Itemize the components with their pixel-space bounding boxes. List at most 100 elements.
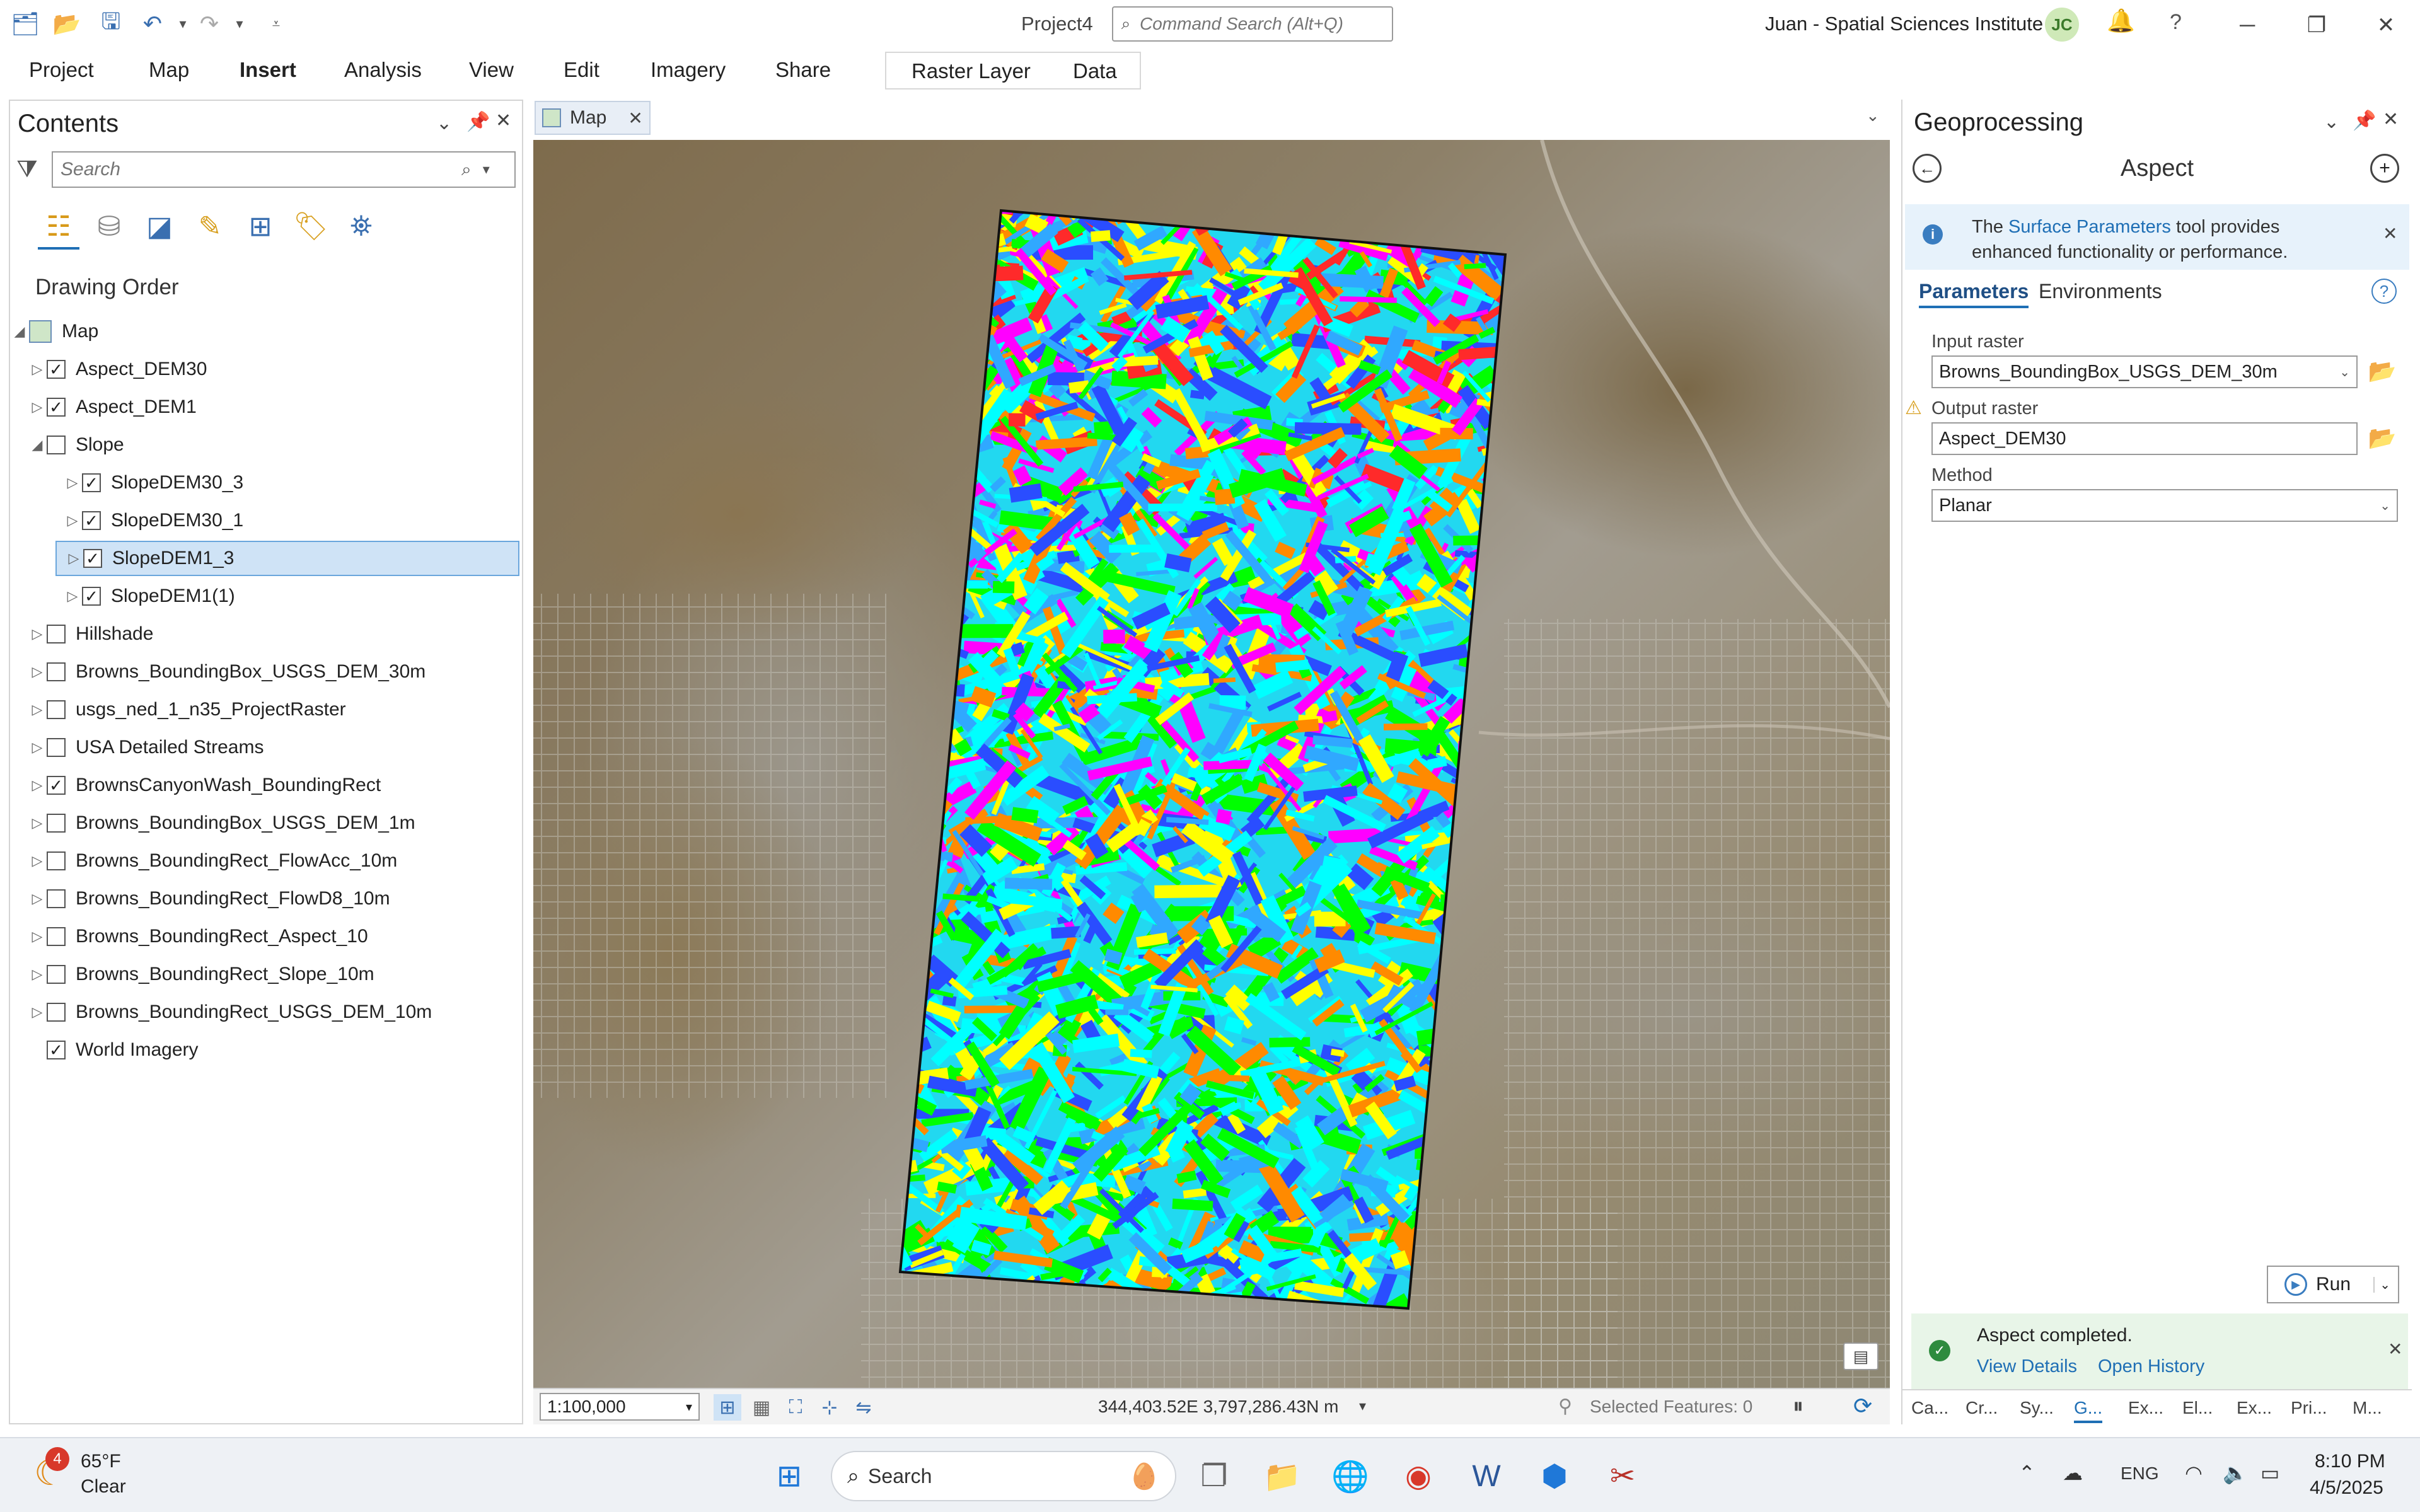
pane-options-icon[interactable]: ⌄: [2324, 111, 2339, 133]
list-by-snapping-icon[interactable]: ⊞: [240, 205, 281, 247]
minimize-icon[interactable]: ─: [2225, 5, 2269, 45]
list-by-selection-icon[interactable]: ◪: [139, 205, 180, 247]
rotation-icon[interactable]: ⇋: [850, 1394, 877, 1421]
save-project-icon[interactable]: 🖫: [96, 8, 126, 39]
tab-elevation[interactable]: El...: [2182, 1398, 2213, 1418]
tab-geoprocessing[interactable]: G...: [2074, 1398, 2103, 1423]
tab-edit[interactable]: Edit: [564, 58, 599, 82]
view-details-link[interactable]: View Details: [1977, 1356, 2077, 1377]
close-window-icon[interactable]: ✕: [2364, 5, 2408, 45]
list-by-drawing-order-icon[interactable]: ☷: [38, 205, 79, 250]
layer-visibility-checkbox[interactable]: [47, 700, 66, 719]
search-icon[interactable]: ⌕: [461, 159, 472, 180]
tab-imagery[interactable]: Imagery: [651, 58, 726, 82]
redo-dropdown-icon[interactable]: ▾: [224, 9, 255, 39]
expand-icon[interactable]: ▷: [63, 475, 82, 491]
navigator-icon[interactable]: ⛶: [782, 1394, 809, 1421]
expand-icon[interactable]: ▷: [28, 626, 47, 642]
language-indicator[interactable]: ENG: [2121, 1463, 2159, 1484]
map-canvas[interactable]: ▤: [533, 140, 1890, 1388]
tab-parameters[interactable]: Parameters: [1919, 280, 2029, 308]
pin-icon[interactable]: 📌: [2353, 110, 2376, 132]
collapse-icon[interactable]: ◢: [10, 323, 29, 340]
close-pane-icon[interactable]: ✕: [495, 110, 511, 132]
layer-row[interactable]: ▷ ✓ BrownsCanyonWash_BoundingRect: [10, 768, 381, 803]
expand-icon[interactable]: ▷: [28, 399, 47, 415]
command-search-input[interactable]: [1138, 13, 1387, 35]
list-by-labeling-icon[interactable]: 🏷: [290, 205, 332, 247]
layer-visibility-checkbox[interactable]: [47, 662, 66, 681]
arcgis-pro-icon[interactable]: ⬢: [1532, 1453, 1577, 1499]
clock-date[interactable]: 4/5/2025: [2310, 1477, 2383, 1499]
expand-icon[interactable]: ▷: [28, 891, 47, 907]
close-tab-icon[interactable]: ✕: [628, 108, 642, 129]
battery-icon[interactable]: ▭: [2261, 1461, 2279, 1485]
word-icon[interactable]: W: [1464, 1453, 1509, 1499]
expand-icon[interactable]: ▷: [28, 739, 47, 756]
tab-analysis[interactable]: Analysis: [344, 58, 422, 82]
expand-icon[interactable]: ▷: [28, 664, 47, 680]
layer-visibility-checkbox[interactable]: [47, 1003, 66, 1022]
layer-visibility-checkbox[interactable]: ✓: [82, 473, 101, 492]
map-tab[interactable]: Map ✕: [535, 101, 651, 135]
layer-row[interactable]: ▷ ✓ Aspect_DEM1: [10, 390, 197, 425]
open-history-link[interactable]: Open History: [2098, 1356, 2204, 1377]
customize-toolbar-icon[interactable]: ⩡: [261, 9, 291, 39]
browse-folder-icon[interactable]: 📂: [2366, 357, 2398, 386]
layer-row[interactable]: ▷ usgs_ned_1_n35_ProjectRaster: [10, 692, 346, 727]
help-icon[interactable]: ?: [2371, 279, 2397, 304]
expand-icon[interactable]: ▷: [64, 550, 83, 567]
expand-icon[interactable]: ▷: [28, 928, 47, 945]
tab-environments[interactable]: Environments: [2039, 280, 2162, 303]
tab-more[interactable]: M...: [2353, 1398, 2382, 1418]
onedrive-icon[interactable]: ☁: [2063, 1461, 2083, 1485]
browse-folder-icon[interactable]: 📂: [2366, 424, 2398, 453]
layer-visibility-checkbox[interactable]: [47, 625, 66, 643]
grid-toggle-icon[interactable]: ⊞: [714, 1394, 741, 1421]
layer-visibility-checkbox[interactable]: [47, 965, 66, 984]
layer-row[interactable]: ▷ Browns_BoundingRect_USGS_DEM_10m: [10, 995, 432, 1030]
list-by-editing-icon[interactable]: ✎: [189, 205, 231, 247]
table-icon[interactable]: ▦: [748, 1394, 775, 1421]
close-message-icon[interactable]: ✕: [2388, 1339, 2402, 1359]
layer-row[interactable]: ▷ Browns_BoundingBox_USGS_DEM_1m: [10, 805, 415, 841]
tab-list-icon[interactable]: ⌄: [1866, 106, 1880, 125]
tab-explore[interactable]: Ex...: [2237, 1398, 2272, 1418]
chevron-down-icon[interactable]: ⌄: [2373, 1276, 2390, 1293]
user-name[interactable]: Juan - Spatial Sciences Institute: [1765, 13, 2043, 35]
tab-data[interactable]: Data: [1073, 59, 1117, 83]
output-raster-field[interactable]: Aspect_DEM30: [1931, 422, 2358, 455]
notification-bell-icon[interactable]: 🔔: [2107, 8, 2135, 34]
pause-icon[interactable]: ⏸: [1793, 1394, 1803, 1419]
expand-icon[interactable]: ▷: [28, 361, 47, 378]
layer-visibility-checkbox[interactable]: [47, 889, 66, 908]
expand-icon[interactable]: ▷: [28, 701, 47, 718]
list-by-perspective-icon[interactable]: ⛯: [340, 205, 382, 247]
layer-row[interactable]: ▷ Browns_BoundingRect_Aspect_10: [10, 919, 368, 954]
undo-icon[interactable]: ↶: [137, 9, 168, 39]
tab-share[interactable]: Share: [775, 58, 831, 82]
start-icon[interactable]: ⊞: [767, 1453, 812, 1499]
tab-catalog[interactable]: Ca...: [1911, 1398, 1948, 1418]
file-explorer-icon[interactable]: 📁: [1259, 1453, 1305, 1499]
close-banner-icon[interactable]: ✕: [2383, 223, 2397, 244]
surface-parameters-link[interactable]: Surface Parameters: [2008, 217, 2171, 237]
pin-icon[interactable]: 📌: [466, 111, 490, 133]
expand-icon[interactable]: ◢: [28, 437, 47, 453]
expand-icon[interactable]: ▷: [28, 777, 47, 794]
expand-icon[interactable]: ▷: [28, 853, 47, 869]
search-options-icon[interactable]: ▾: [483, 161, 490, 178]
tab-print[interactable]: Pri...: [2291, 1398, 2327, 1418]
tab-map[interactable]: Map: [149, 58, 189, 82]
expand-icon[interactable]: ▷: [28, 815, 47, 831]
redo-icon[interactable]: ↷: [194, 9, 224, 39]
layer-row[interactable]: ▷ USA Detailed Streams: [10, 730, 264, 765]
list-by-data-source-icon[interactable]: ⛁: [88, 205, 130, 247]
layer-row[interactable]: ▷ Browns_BoundingRect_FlowAcc_10m: [10, 843, 398, 879]
close-pane-icon[interactable]: ✕: [2383, 108, 2399, 130]
layer-visibility-checkbox[interactable]: ✓: [83, 549, 102, 568]
layer-row[interactable]: ▷ Browns_BoundingRect_FlowD8_10m: [10, 881, 390, 916]
method-select[interactable]: Planar ⌄: [1931, 489, 2398, 522]
layer-visibility-checkbox[interactable]: [47, 738, 66, 757]
layer-visibility-checkbox[interactable]: ✓: [47, 398, 66, 417]
